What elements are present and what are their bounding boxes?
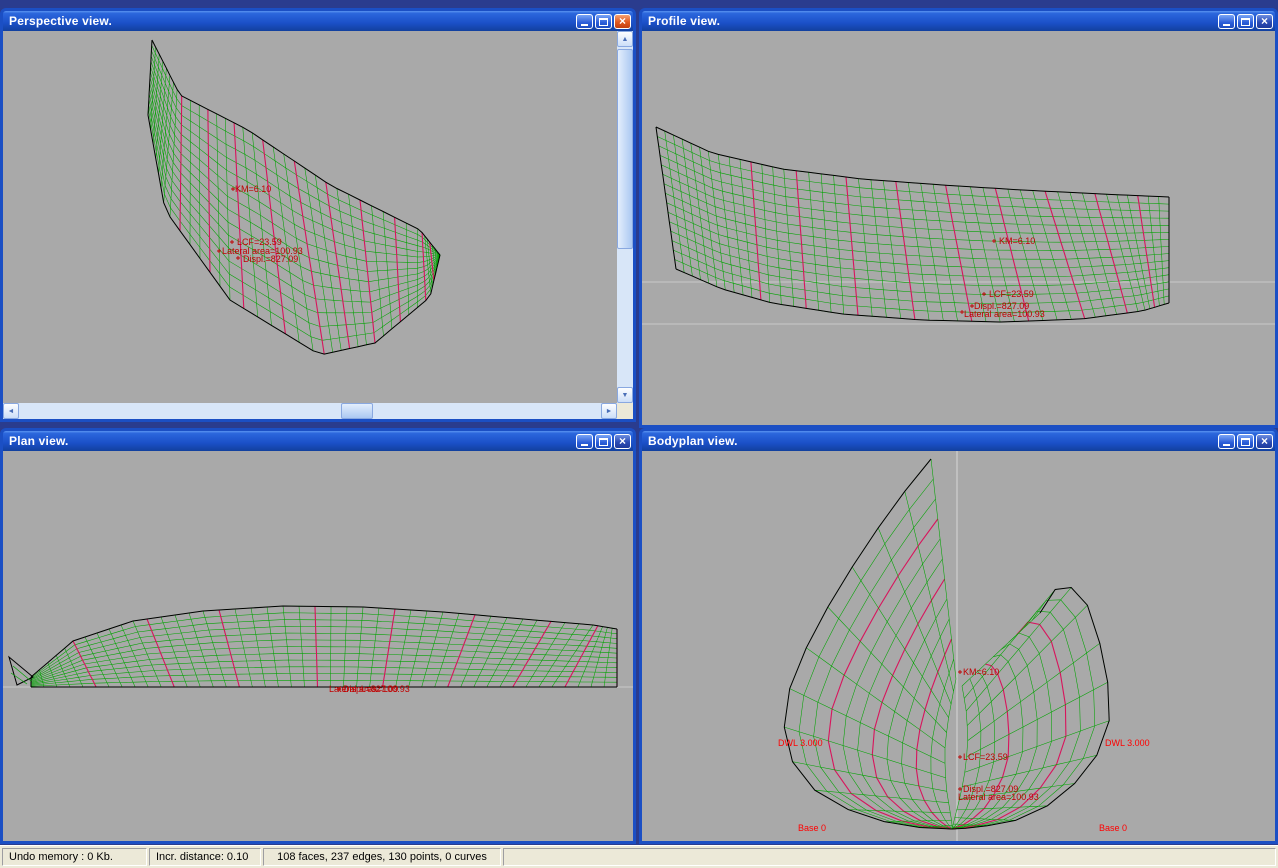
annotation-base-left: Base 0	[798, 823, 826, 833]
view-canvas-perspective[interactable]: KM=6.10 LCF=23.59 Lateral area=100.93 Di…	[3, 31, 617, 403]
viewport-profile[interactable]: KM=6.10 LCF=23.59 Displ.=827.09 Lateral …	[642, 31, 1275, 425]
annotation-lcf: LCF=23.59	[963, 752, 1008, 762]
hull-mesh	[656, 127, 1169, 322]
status-bar: Undo memory : 0 Kb. Incr. distance: 0.10…	[0, 845, 1278, 868]
window-perspective: Perspective view. × KM=6.10 LCF=23.59 La…	[0, 8, 636, 422]
annotation-base-right: Base 0	[1099, 823, 1127, 833]
minimize-icon	[1223, 24, 1230, 26]
app-workspace: { "app": { "background_color": "#2A3C8E"…	[0, 0, 1278, 868]
minimize-button[interactable]	[576, 14, 593, 29]
close-button[interactable]: ×	[1256, 434, 1273, 449]
annotations: Lateral area=100.93 Displ.=827.09	[329, 684, 410, 694]
annotation-displ: Displ.=827.09	[343, 684, 398, 694]
window-bodyplan: Bodyplan view. × KM=6.10 LCF=23.59 Displ…	[639, 428, 1278, 844]
annotation-km: KM=6.10	[963, 667, 999, 677]
window-title: Perspective view.	[9, 14, 576, 28]
maximize-icon	[1241, 18, 1250, 26]
window-title: Bodyplan view.	[648, 434, 1218, 448]
view-canvas-profile[interactable]: KM=6.10 LCF=23.59 Displ.=827.09 Lateral …	[642, 31, 1275, 425]
annotations: KM=6.10 LCF=23.59 Displ.=827.09 Lateral …	[964, 236, 1045, 319]
window-profile: Profile view. × KM=6.10 LCF=23.59 Displ.…	[639, 8, 1278, 428]
horizontal-scrollbar[interactable]: ◄ ►	[3, 403, 617, 419]
annotations: KM=6.10 LCF=23.59 Lateral area=100.93 Di…	[222, 184, 303, 264]
minimize-button[interactable]	[1218, 14, 1235, 29]
close-icon: ×	[615, 15, 630, 28]
annotation-displ: Displ.=827.09	[243, 254, 298, 264]
client-area-profile: KM=6.10 LCF=23.59 Displ.=827.09 Lateral …	[642, 31, 1275, 425]
titlebar-buttons: ×	[576, 14, 631, 29]
client-area-bodyplan: KM=6.10 LCF=23.59 Displ.=827.09 Lateral …	[642, 451, 1275, 841]
annotations: KM=6.10 LCF=23.59 Displ.=827.09 Lateral …	[778, 667, 1150, 833]
scroll-left-button[interactable]: ◄	[3, 403, 19, 419]
minimize-button[interactable]	[576, 434, 593, 449]
maximize-button[interactable]	[1237, 14, 1254, 29]
scroll-right-button[interactable]: ►	[601, 403, 617, 419]
maximize-icon	[599, 18, 608, 26]
titlebar-perspective[interactable]: Perspective view. ×	[3, 11, 633, 31]
close-button[interactable]: ×	[614, 14, 631, 29]
maximize-icon	[599, 438, 608, 446]
status-model-stats: 108 faces, 237 edges, 130 points, 0 curv…	[263, 848, 501, 866]
maximize-icon	[1241, 438, 1250, 446]
client-area-plan: Lateral area=100.93 Displ.=827.09	[3, 451, 633, 841]
minimize-button[interactable]	[1218, 434, 1235, 449]
horizontal-scroll-thumb[interactable]	[341, 403, 373, 419]
hull-mesh	[784, 459, 1109, 829]
close-button[interactable]: ×	[1256, 14, 1273, 29]
vertical-scrollbar[interactable]: ▲ ▼	[617, 31, 633, 403]
close-icon: ×	[1257, 15, 1272, 28]
close-button[interactable]: ×	[614, 434, 631, 449]
hull-mesh	[31, 606, 617, 691]
maximize-button[interactable]	[1237, 434, 1254, 449]
titlebar-buttons: ×	[1218, 14, 1273, 29]
minimize-icon	[581, 444, 588, 446]
window-title: Plan view.	[9, 434, 576, 448]
annotation-lateral-area: Lateral area=100.93	[958, 792, 1039, 802]
annotation-lateral-area: Lateral area=100.93	[964, 309, 1045, 319]
window-plan: Plan view. × Lateral area=100.93 Displ.=…	[0, 428, 636, 844]
maximize-button[interactable]	[595, 434, 612, 449]
titlebar-plan[interactable]: Plan view. ×	[3, 431, 633, 451]
minimize-icon	[1223, 444, 1230, 446]
titlebar-bodyplan[interactable]: Bodyplan view. ×	[642, 431, 1275, 451]
status-undo-memory: Undo memory : 0 Kb.	[2, 848, 147, 866]
scroll-down-button[interactable]: ▼	[617, 387, 633, 403]
annotation-dwl-right: DWL 3.000	[1105, 738, 1150, 748]
annotation-dwl-left: DWL 3.000	[778, 738, 823, 748]
annotation-lcf: LCF=23.59	[989, 289, 1034, 299]
titlebar-buttons: ×	[576, 434, 631, 449]
window-title: Profile view.	[648, 14, 1218, 28]
annotation-km: KM=6.10	[999, 236, 1035, 246]
hull-mesh	[148, 40, 440, 354]
titlebar-buttons: ×	[1218, 434, 1273, 449]
status-incr-distance: Incr. distance: 0.10	[149, 848, 261, 866]
view-canvas-plan[interactable]: Lateral area=100.93 Displ.=827.09	[3, 451, 633, 841]
titlebar-profile[interactable]: Profile view. ×	[642, 11, 1275, 31]
viewport-bodyplan[interactable]: KM=6.10 LCF=23.59 Displ.=827.09 Lateral …	[642, 451, 1275, 841]
status-spacer	[503, 848, 1276, 866]
view-canvas-bodyplan[interactable]: KM=6.10 LCF=23.59 Displ.=827.09 Lateral …	[642, 451, 1275, 841]
client-area-perspective: KM=6.10 LCF=23.59 Lateral area=100.93 Di…	[3, 31, 633, 419]
viewport-perspective[interactable]: KM=6.10 LCF=23.59 Lateral area=100.93 Di…	[3, 31, 617, 403]
scrollbar-corner	[617, 403, 633, 419]
maximize-button[interactable]	[595, 14, 612, 29]
close-icon: ×	[1257, 435, 1272, 448]
scroll-up-button[interactable]: ▲	[617, 31, 633, 47]
annotation-km: KM=6.10	[235, 184, 271, 194]
close-icon: ×	[615, 435, 630, 448]
vertical-scroll-thumb[interactable]	[617, 49, 633, 249]
minimize-icon	[581, 24, 588, 26]
viewport-plan[interactable]: Lateral area=100.93 Displ.=827.09	[3, 451, 633, 841]
bow-fin	[9, 657, 33, 685]
